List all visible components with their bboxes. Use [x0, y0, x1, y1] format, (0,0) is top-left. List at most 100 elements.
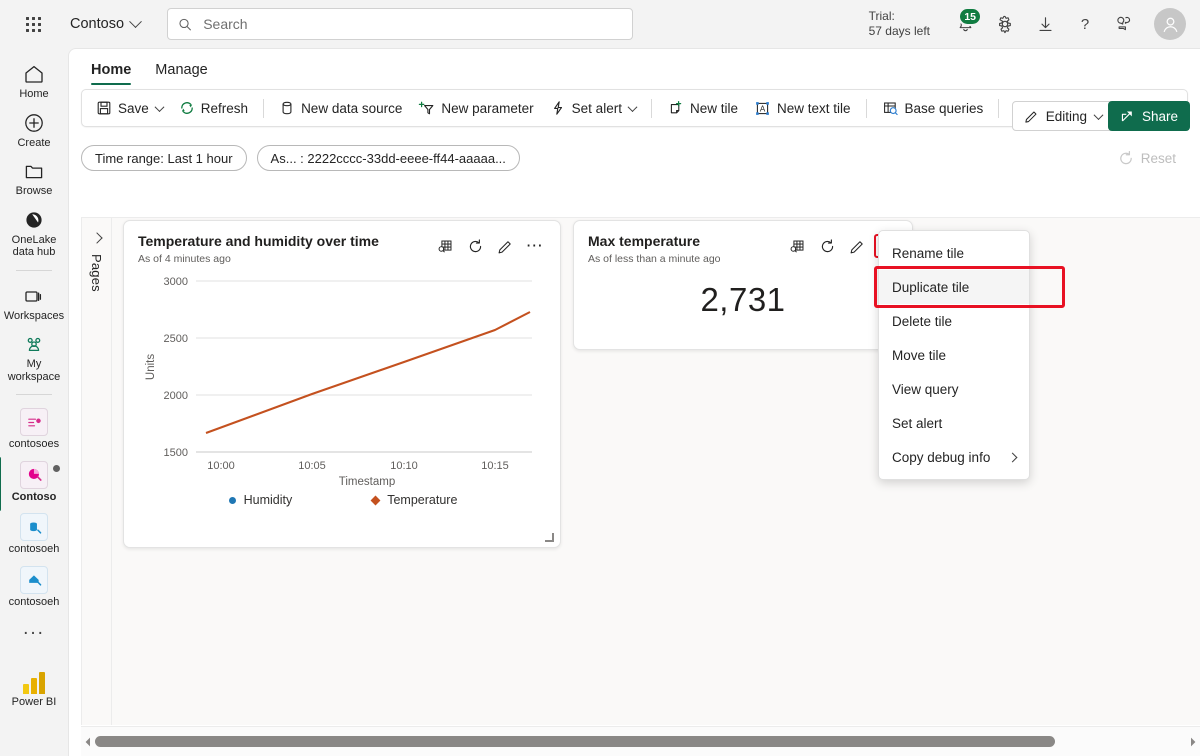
svg-text:3000: 3000: [164, 276, 188, 288]
share-button[interactable]: Share: [1107, 101, 1190, 131]
sidebar-item-my-workspace[interactable]: My workspace: [2, 326, 66, 387]
chevron-down-icon: [129, 14, 142, 28]
sidebar-item-workspaces[interactable]: Workspaces: [2, 278, 66, 327]
new-data-source-label: New data source: [301, 100, 403, 116]
pages-pane-label: Pages: [89, 254, 104, 292]
legend-item-humidity[interactable]: Humidity: [228, 493, 292, 507]
chevron-right-icon[interactable]: [90, 232, 103, 244]
share-label: Share: [1141, 108, 1178, 124]
home-icon: [25, 65, 43, 83]
filter-chip-time-range[interactable]: Time range: Last 1 hour: [81, 145, 247, 171]
sidebar-item-create[interactable]: Create: [2, 105, 66, 154]
editing-mode-button[interactable]: Editing: [1011, 101, 1114, 131]
tile-temperature-humidity[interactable]: Temperature and humidity over time As of…: [123, 220, 561, 548]
sidebar-more-icon[interactable]: ...: [23, 612, 45, 646]
sidebar-item-power-bi[interactable]: Power BI: [2, 666, 66, 713]
svg-text:10:15: 10:15: [481, 460, 509, 472]
set-alert-button[interactable]: Set alert: [542, 95, 644, 121]
save-disk-icon: [96, 100, 112, 116]
scroll-left-arrow[interactable]: [81, 737, 95, 747]
menu-item-delete-tile[interactable]: Delete tile: [879, 304, 1029, 338]
tab-home[interactable]: Home: [81, 58, 141, 85]
new-parameter-button[interactable]: New parameter: [410, 95, 541, 122]
chevron-down-icon[interactable]: [627, 101, 638, 112]
refresh-icon[interactable]: [462, 234, 488, 258]
refresh-icon: [179, 100, 195, 116]
sidebar-item-label: contosoeh: [8, 595, 60, 608]
search-input[interactable]: [201, 15, 623, 33]
sidebar-item-contoso[interactable]: Contoso: [0, 455, 66, 510]
tile-max-temperature[interactable]: Max temperature As of less than a minute…: [573, 220, 913, 350]
scrollbar-track[interactable]: [95, 727, 1186, 756]
refresh-label: Refresh: [200, 100, 249, 116]
new-data-source-button[interactable]: New data source: [271, 95, 410, 121]
eventstream-icon: [20, 408, 48, 436]
tile-context-menu[interactable]: Rename tile Duplicate tile Delete tile M…: [874, 230, 1065, 480]
menu-item-view-query[interactable]: View query: [879, 372, 1029, 406]
new-text-tile-button[interactable]: A New text tile: [746, 95, 859, 122]
main-panel: Home Manage Editing Share Save Refresh N…: [68, 48, 1200, 756]
set-alert-label: Set alert: [571, 100, 622, 116]
notification-count-badge: 15: [958, 7, 982, 26]
refresh-button[interactable]: Refresh: [171, 95, 256, 121]
new-tile-button[interactable]: New tile: [659, 95, 746, 122]
download-icon[interactable]: [1026, 5, 1064, 43]
menu-item-label: Set alert: [892, 415, 943, 431]
base-queries-button[interactable]: Base queries: [874, 95, 992, 122]
brand-switcher[interactable]: Contoso: [70, 14, 142, 32]
sidebar-item-contosoeh-database[interactable]: contosoeh: [2, 507, 66, 560]
new-parameter-label: New parameter: [441, 100, 534, 116]
explore-data-icon[interactable]: [432, 234, 458, 258]
edit-pencil-icon[interactable]: [844, 234, 870, 258]
svg-text:2500: 2500: [164, 333, 188, 345]
explore-data-icon[interactable]: [784, 234, 810, 258]
sidebar-item-contosoes[interactable]: contosoes: [2, 402, 66, 455]
tile-title: Temperature and humidity over time: [138, 233, 379, 249]
notification-bell-icon[interactable]: 15: [946, 5, 984, 43]
menu-item-set-alert[interactable]: Set alert: [879, 406, 1029, 440]
line-chart: 3000 2500 2000 1500 Units 10:00 10:05 10…: [124, 269, 562, 488]
menu-item-duplicate-tile[interactable]: Duplicate tile: [874, 266, 1065, 308]
menu-item-move-tile[interactable]: Move tile: [879, 338, 1029, 372]
new-parameter-icon: [418, 100, 435, 117]
more-options-icon[interactable]: ⋯: [522, 234, 548, 258]
sidebar-item-home[interactable]: Home: [2, 56, 66, 105]
svg-text:Units: Units: [145, 354, 157, 380]
toolbar-divider: [263, 98, 265, 118]
gear-icon[interactable]: [986, 5, 1024, 43]
reset-filters-button[interactable]: Reset: [1118, 150, 1188, 166]
sidebar-item-onelake-data-hub[interactable]: OneLake data hub: [2, 202, 66, 263]
chevron-down-icon[interactable]: [154, 101, 165, 112]
tile-resize-handle[interactable]: [545, 533, 554, 542]
reset-icon: [1119, 150, 1132, 165]
help-icon[interactable]: ?: [1066, 5, 1104, 43]
database-cylinder-icon: [279, 100, 295, 116]
filter-chip-asset[interactable]: As... : 2222cccc-33dd-eeee-ff44-aaaaa...: [256, 145, 520, 171]
rail-divider: [16, 269, 52, 271]
feedback-icon[interactable]: [1106, 5, 1144, 43]
app-launcher-icon[interactable]: [18, 9, 48, 39]
sidebar-item-browse[interactable]: Browse: [2, 153, 66, 202]
tile-subtitle: As of less than a minute ago: [588, 253, 721, 265]
refresh-icon[interactable]: [814, 234, 840, 258]
scroll-right-arrow[interactable]: [1186, 737, 1200, 747]
ellipsis-glyph: ⋯: [525, 236, 545, 255]
pages-pane[interactable]: Pages: [82, 218, 112, 725]
series-temperature: [205, 311, 531, 434]
sidebar-item-contosoeh-eventhouse[interactable]: contosoeh: [2, 560, 66, 613]
chevron-right-icon: [1007, 452, 1018, 462]
tab-label: Manage: [155, 62, 208, 78]
legend-item-temperature[interactable]: Temperature: [370, 493, 458, 507]
save-button[interactable]: Save: [88, 95, 171, 121]
account-avatar[interactable]: [1154, 8, 1186, 40]
horizontal-scrollbar[interactable]: [81, 726, 1200, 756]
sidebar-item-label: Create: [17, 136, 51, 149]
scrollbar-thumb[interactable]: [95, 736, 1056, 747]
edit-pencil-icon[interactable]: [492, 234, 518, 258]
menu-item-rename-tile[interactable]: Rename tile: [879, 236, 1029, 270]
tab-manage[interactable]: Manage: [145, 58, 217, 85]
reset-label: Reset: [1140, 150, 1176, 166]
search-box[interactable]: [167, 8, 634, 40]
legend-label: Temperature: [387, 493, 458, 507]
menu-item-copy-debug-info[interactable]: Copy debug info: [879, 440, 1029, 474]
